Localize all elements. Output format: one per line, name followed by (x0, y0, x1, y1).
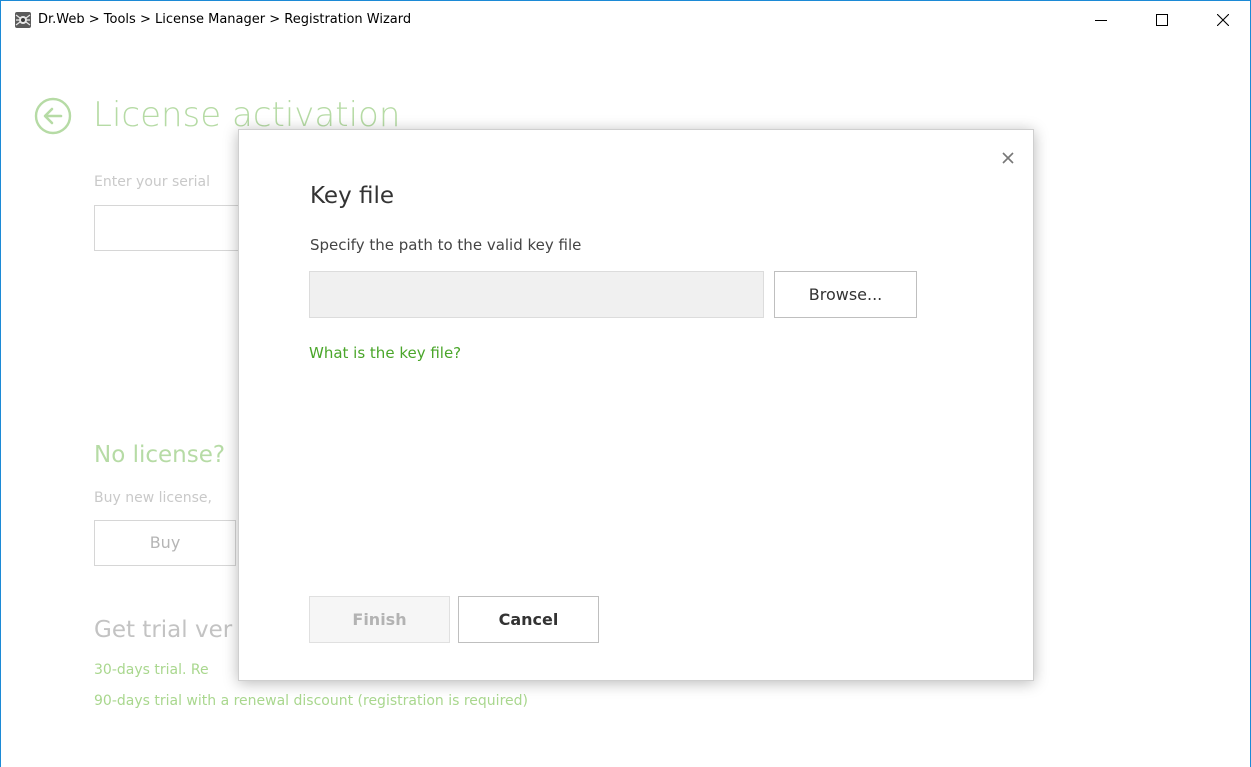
browse-button[interactable]: Browse... (774, 271, 917, 318)
dialog-title: Key file (310, 183, 395, 209)
minimize-icon (1095, 20, 1107, 21)
buy-button[interactable]: Buy (94, 520, 236, 566)
key-file-path-input[interactable] (309, 271, 764, 318)
dialog-close-button[interactable] (1000, 150, 1016, 166)
app-window: Dr.Web > Tools > License Manager > Regis… (0, 0, 1251, 767)
no-license-heading: No license? (94, 442, 226, 468)
window-title: Dr.Web > Tools > License Manager > Regis… (38, 12, 412, 27)
no-license-text: Buy new license, (94, 490, 212, 506)
back-arrow-icon (34, 97, 72, 135)
trial-30-days-link[interactable]: 30-days trial. Re (94, 662, 209, 678)
what-is-key-file-link[interactable]: What is the key file? (309, 344, 461, 362)
close-icon (1217, 14, 1229, 26)
trial-90-days-link[interactable]: 90-days trial with a renewal discount (r… (94, 693, 528, 709)
maximize-button[interactable] (1139, 1, 1185, 37)
title-bar: Dr.Web > Tools > License Manager > Regis… (1, 1, 1250, 37)
window-close-button[interactable] (1200, 1, 1246, 37)
drweb-spider-icon (15, 12, 31, 28)
serial-label: Enter your serial (94, 174, 210, 190)
finish-button[interactable]: Finish (309, 596, 450, 643)
close-icon (1002, 152, 1014, 164)
minimize-button[interactable] (1078, 1, 1124, 37)
trial-heading: Get trial ver (94, 617, 233, 643)
maximize-icon (1156, 14, 1168, 26)
key-file-dialog: Key file Specify the path to the valid k… (238, 129, 1034, 681)
dialog-subtitle: Specify the path to the valid key file (310, 236, 582, 254)
back-button[interactable] (34, 97, 72, 135)
cancel-button[interactable]: Cancel (458, 596, 599, 643)
